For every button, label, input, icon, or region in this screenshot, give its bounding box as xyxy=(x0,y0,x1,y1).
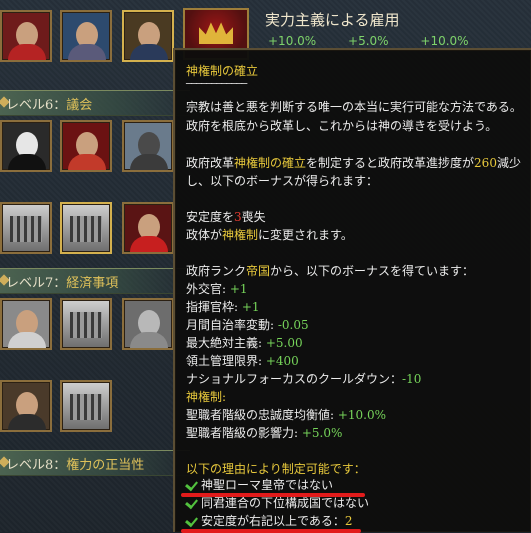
reason-row: 安定度が右記以上である：2 xyxy=(185,512,523,530)
stability-loss: 3 xyxy=(234,210,242,224)
reform-icon-library[interactable] xyxy=(60,298,112,350)
bonus-row: 月間自治率変動: -0.05 xyxy=(186,318,309,332)
reform-icon-scholar[interactable] xyxy=(122,10,174,62)
reform-cost: 260 xyxy=(474,156,497,170)
reform-icon-parliament[interactable] xyxy=(60,202,112,254)
stat-value: +10.0% xyxy=(268,34,317,48)
reform-title: 実力主義による雇用 xyxy=(265,11,400,29)
level-6-name: 議会 xyxy=(66,98,93,113)
reform-icon-king[interactable] xyxy=(60,120,112,172)
check-icon xyxy=(185,477,198,492)
stat-value: +10.0% xyxy=(420,34,469,48)
level-7-prefix: レベル7： xyxy=(6,276,67,291)
reform-icon-windmill[interactable] xyxy=(60,380,112,432)
level-8-name: 権力の正当性 xyxy=(66,458,145,473)
gov-name: 神権制 xyxy=(222,228,259,242)
tooltip-enact-line-2: し、以下のボーナスが得られます： xyxy=(186,174,379,188)
tooltip-enact-line: 政府改革神権制の確立を制定すると政府改革進捗度が260減少 xyxy=(186,156,521,170)
theocracy-header: 神権制: xyxy=(186,390,227,404)
bonus-row: ナショナルフォーカスのクールダウン：-10 xyxy=(186,372,422,386)
theocracy-bonus-row: 聖職者階級の影響力: +5.0% xyxy=(186,426,343,440)
reform-stats: +10.0% +5.0% +10.0% xyxy=(268,34,497,48)
rank-name: 帝国 xyxy=(246,264,271,278)
reform-icon-lady[interactable] xyxy=(0,298,52,350)
reform-icon-cardinal[interactable] xyxy=(0,10,52,62)
bonus-row: 外交官: +1 xyxy=(186,282,248,296)
level-header-8: レベル8：権力の正当性 xyxy=(0,450,190,476)
reform-icon-merchant[interactable] xyxy=(0,380,52,432)
tooltip-desc-1: 宗教は善と悪を判断する唯一の本当に実行可能な方法である。 xyxy=(186,100,522,114)
reform-icon-judge[interactable] xyxy=(0,120,52,172)
level-8-prefix: レベル8： xyxy=(6,458,67,473)
bonus-row: 最大絶対主義: +5.00 xyxy=(186,336,303,350)
tooltip-stability-line: 安定度を3喪失 xyxy=(186,210,266,224)
reform-icon-knight[interactable] xyxy=(122,120,174,172)
reform-icon-pope[interactable] xyxy=(122,202,174,254)
reform-icon-coins[interactable] xyxy=(122,298,174,350)
level-7-name: 経済事項 xyxy=(66,276,119,291)
tooltip-rank-line: 政府ランク帝国から、以下のボーナスを得ています： xyxy=(186,264,475,278)
reform-icon-palace[interactable] xyxy=(0,202,52,254)
reform-tree-panel: レベル6：議会 レベル7：経済事項 レベル8：権力の正当性 xyxy=(0,0,190,532)
tooltip-desc-2: 政府を根底から改革し、これからは神の導きを受けよう。 xyxy=(186,119,498,133)
check-icon xyxy=(185,513,198,528)
check-icon xyxy=(185,495,198,510)
bonus-row: 領土管理限界: +400 xyxy=(186,354,299,368)
crown-icon xyxy=(199,22,233,44)
level-header-6: レベル6：議会 xyxy=(0,90,190,116)
reform-icon-noble[interactable] xyxy=(60,10,112,62)
red-underline-annotation xyxy=(181,493,365,497)
bonus-row: 指揮官枠: +1 xyxy=(186,300,260,314)
stat-value: +5.0% xyxy=(348,34,389,48)
red-underline-annotation xyxy=(181,529,361,533)
theocracy-bonus-row: 聖職者階級の忠誠度均衡値: +10.0% xyxy=(186,408,387,422)
reason-row: 神聖ローマ皇帝ではない xyxy=(185,476,523,494)
level-header-7: レベル7：経済事項 xyxy=(0,268,190,294)
reform-name: 神権制の確立 xyxy=(234,156,307,170)
reform-tooltip: 神権制の確立 ──────────── 宗教は善と悪を判断する唯一の本当に実行可… xyxy=(173,48,531,533)
tooltip-gov-line: 政体が神権制に変更されます。 xyxy=(186,228,353,242)
tooltip-separator: ──────────── xyxy=(186,79,247,90)
level-6-prefix: レベル6： xyxy=(6,98,67,113)
